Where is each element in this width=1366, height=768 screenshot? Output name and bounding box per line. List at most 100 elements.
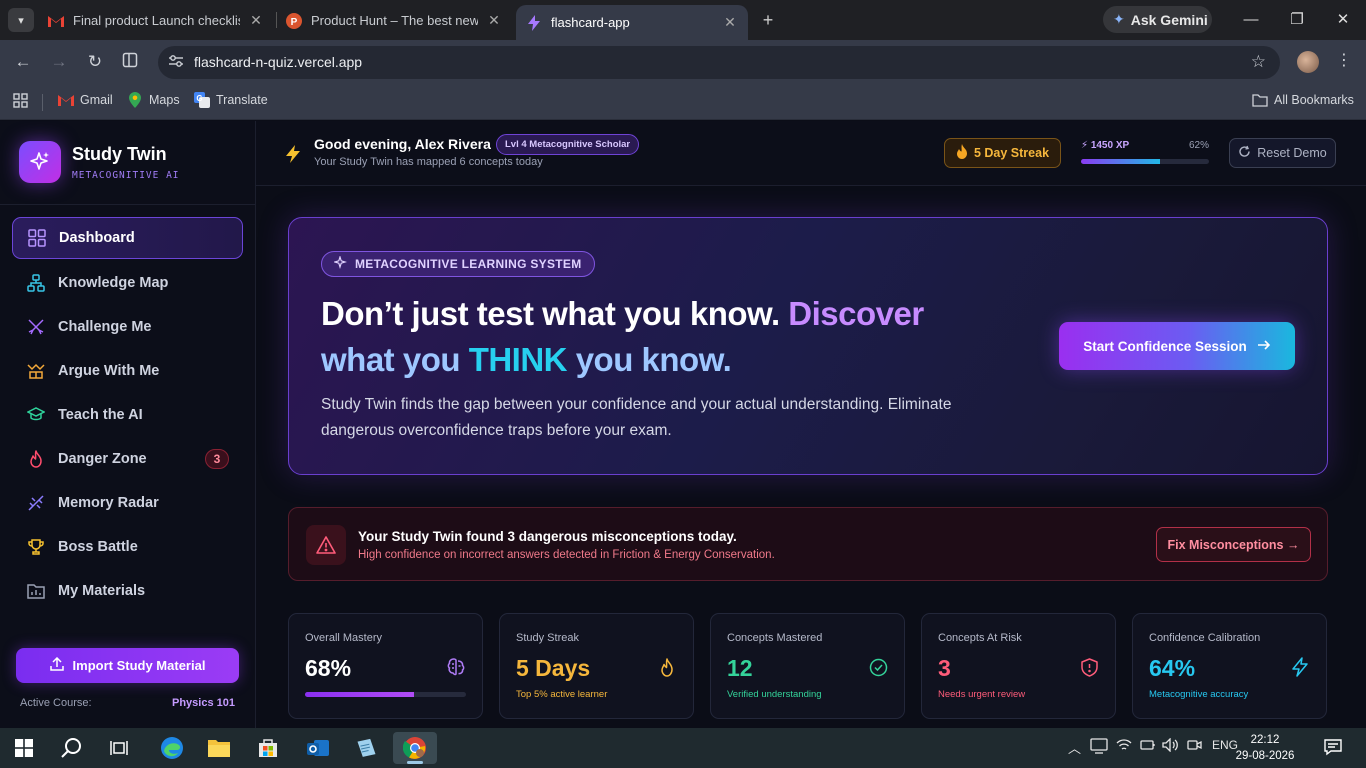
clock-date: 29-08-2026 [1235, 750, 1295, 762]
minimize-button[interactable]: — [1241, 9, 1261, 31]
misconception-alert: Your Study Twin found 3 dangerous miscon… [288, 507, 1328, 581]
volume-icon[interactable] [1162, 737, 1179, 755]
bookmark-translate[interactable]: G Translate [194, 92, 268, 108]
grid-icon [27, 228, 47, 248]
sparkles-logo-icon [19, 141, 61, 183]
sidebar-item-argue-with-me[interactable]: Argue With Me [12, 351, 243, 391]
start-confidence-session-button[interactable]: Start Confidence Session [1059, 322, 1295, 370]
bolt-icon [284, 144, 302, 169]
taskbar-outlook[interactable] [296, 732, 340, 764]
all-bookmarks[interactable]: All Bookmarks [1252, 92, 1354, 108]
task-view-button[interactable] [97, 732, 141, 764]
address-bar[interactable]: flashcard-n-quiz.vercel.app ☆ [158, 46, 1280, 79]
battery-icon[interactable] [1140, 738, 1156, 755]
taskbar-notepad[interactable] [344, 732, 388, 764]
taskbar-file-explorer[interactable] [197, 732, 241, 764]
sidebar-item-label: Challenge Me [58, 319, 152, 335]
taskbar-chrome[interactable] [393, 732, 437, 764]
sidebar-item-memory-radar[interactable]: Memory Radar [12, 483, 243, 523]
notepad-icon [357, 738, 376, 757]
stat-card-concepts-mastered[interactable]: Concepts Mastered 12 Verified understand… [710, 613, 905, 719]
import-study-material-button[interactable]: Import Study Material [16, 648, 239, 683]
back-button[interactable]: ← [13, 52, 33, 72]
maximize-button[interactable]: ❐ [1287, 9, 1307, 31]
tab-gmail[interactable]: Final product Launch checklist - ✕ [38, 7, 274, 34]
reload-button[interactable]: ↻ [85, 52, 105, 72]
side-panel-button[interactable] [120, 52, 140, 72]
taskbar-clock[interactable]: 22:12 29-08-2026 [1233, 732, 1297, 764]
folder-icon [1252, 92, 1268, 108]
stat-value: 68% [305, 655, 352, 681]
hero-title-discover: Discover [788, 295, 924, 332]
stat-label: Confidence Calibration [1149, 632, 1261, 644]
svg-text:G: G [196, 94, 202, 103]
xp-bar-fill [1081, 159, 1161, 164]
tab-search-button[interactable]: ▾ [8, 8, 34, 32]
app-bolt-icon [526, 14, 542, 31]
more-menu-icon[interactable]: ⋮ [1336, 50, 1352, 70]
sidebar-item-boss-battle[interactable]: Boss Battle [12, 527, 243, 567]
sidebar-item-my-materials[interactable]: My Materials [12, 571, 243, 611]
bookmark-star-icon[interactable]: ☆ [1251, 52, 1266, 72]
stat-card-concepts-at-risk[interactable]: Concepts At Risk 3 Needs urgent review [921, 613, 1116, 719]
hero-chip: METACOGNITIVE LEARNING SYSTEM [321, 251, 595, 277]
brand[interactable]: Study Twin METACOGNITIVE AI [19, 141, 180, 183]
check-circle-icon [868, 657, 888, 677]
file-explorer-icon [208, 740, 230, 757]
ask-gemini-label: Ask Gemini [1130, 11, 1208, 28]
stat-value: 64% [1149, 655, 1196, 681]
ask-gemini-button[interactable]: ✦ Ask Gemini [1103, 6, 1212, 33]
brand-subtitle: METACOGNITIVE AI [72, 169, 180, 181]
wifi-icon[interactable] [1116, 738, 1132, 755]
meet-now-icon[interactable] [1187, 738, 1202, 755]
close-icon[interactable]: ✕ [248, 12, 264, 29]
chevron-up-icon[interactable]: ︿ [1068, 738, 1081, 757]
hero-banner: METACOGNITIVE LEARNING SYSTEM Don’t just… [288, 217, 1328, 475]
sparkles-icon [333, 255, 347, 272]
cta-label: Start Confidence Session [1083, 338, 1247, 354]
sidebar-item-label: Argue With Me [58, 363, 160, 379]
site-settings-icon[interactable] [168, 54, 186, 70]
stat-card-study-streak[interactable]: Study Streak 5 Days Top 5% active learne… [499, 613, 694, 719]
bookmark-maps[interactable]: Maps [127, 92, 180, 108]
sidebar-item-challenge-me[interactable]: Challenge Me [12, 307, 243, 347]
reset-demo-button[interactable]: Reset Demo [1229, 138, 1336, 168]
hero-chip-label: METACOGNITIVE LEARNING SYSTEM [355, 257, 582, 271]
apps-button[interactable] [12, 92, 34, 108]
task-view-icon [110, 741, 128, 755]
stat-card-overall-mastery[interactable]: Overall Mastery 68% [288, 613, 483, 719]
debate-icon [26, 361, 46, 381]
stat-card-confidence-calibration[interactable]: Confidence Calibration 64% Metacognitive… [1132, 613, 1327, 719]
streak-label: 5 Day Streak [973, 146, 1050, 160]
stat-label: Concepts Mastered [727, 632, 823, 644]
stat-sub: Needs urgent review [938, 689, 1026, 700]
edge-icon [161, 737, 183, 759]
fix-misconceptions-button[interactable]: Fix Misconceptions → [1156, 527, 1311, 562]
tab-flashcard-app[interactable]: flashcard-app ✕ [516, 5, 748, 40]
flame-icon [956, 144, 968, 162]
taskbar-edge[interactable] [150, 732, 194, 764]
sidebar-item-label: Danger Zone [58, 451, 147, 467]
sidebar-item-danger-zone[interactable]: Danger Zone 3 [12, 439, 243, 479]
new-tab-button[interactable]: + [758, 9, 778, 31]
notifications-icon[interactable] [1323, 737, 1343, 762]
forward-button[interactable]: → [49, 52, 69, 72]
stat-sub: Metacognitive accuracy [1149, 689, 1249, 700]
sidebar-item-dashboard[interactable]: Dashboard [12, 217, 243, 259]
taskbar-store[interactable] [246, 732, 290, 764]
flame-icon [657, 657, 677, 677]
start-button[interactable] [2, 732, 46, 764]
window-close-button[interactable]: ✕ [1333, 9, 1353, 31]
profile-avatar[interactable] [1297, 51, 1319, 73]
close-icon[interactable]: ✕ [486, 12, 502, 29]
device-icon[interactable] [1090, 738, 1108, 757]
tab-producthunt[interactable]: P Product Hunt – The best new p ✕ [276, 7, 512, 34]
streak-badge[interactable]: 5 Day Streak [944, 138, 1061, 168]
sidebar-item-knowledge-map[interactable]: Knowledge Map [12, 263, 243, 303]
close-icon[interactable]: ✕ [722, 14, 738, 31]
search-button[interactable] [50, 732, 94, 764]
sidebar-item-teach-the-ai[interactable]: Teach the AI [12, 395, 243, 435]
sidebar-item-label: Boss Battle [58, 539, 138, 555]
bookmark-gmail[interactable]: Gmail [58, 92, 113, 108]
swords-icon [26, 317, 46, 337]
